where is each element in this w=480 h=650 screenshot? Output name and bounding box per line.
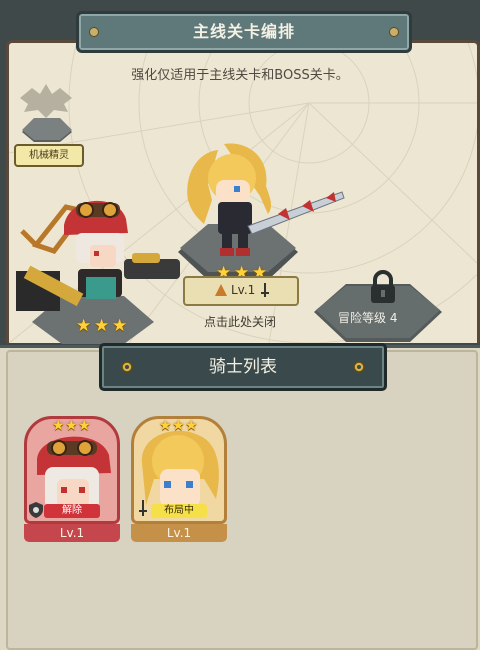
element-icon bbox=[215, 284, 227, 296]
knight-card-level: Lv.1 bbox=[24, 524, 120, 542]
spirit-slot[interactable] bbox=[14, 80, 78, 146]
gear-icon bbox=[121, 361, 133, 373]
knight-card-stars: ★ ★ ★ bbox=[159, 419, 198, 433]
placed-knight-level-plate: Lv.1 bbox=[183, 276, 299, 306]
placed-knight-sprite[interactable] bbox=[178, 140, 348, 260]
star-icon: ★ bbox=[112, 316, 128, 336]
gear-icon bbox=[353, 361, 365, 373]
star-icon: ★ bbox=[185, 418, 198, 434]
knight-card-stars: ★ ★ ★ bbox=[52, 419, 91, 433]
knight-list-title: 骑士列表 bbox=[209, 357, 277, 377]
lock-icon bbox=[371, 270, 395, 303]
star-icon: ★ bbox=[78, 418, 91, 434]
star-icon: ★ bbox=[94, 316, 110, 336]
placed-knight-level: Lv.1 bbox=[231, 283, 256, 297]
adventure-level-requirement: 冒险等级 4 bbox=[338, 311, 398, 325]
header-plate: 主线关卡编排 bbox=[76, 11, 412, 53]
sword-icon bbox=[261, 283, 269, 297]
front-knight-sprite[interactable] bbox=[14, 185, 186, 325]
shield-icon bbox=[29, 502, 43, 518]
knight-card[interactable]: ★ ★ ★ 布局中 Lv.1 bbox=[131, 416, 227, 542]
star-icon: ★ bbox=[65, 418, 78, 434]
spirit-slot-label: 机械精灵 bbox=[14, 144, 84, 167]
star-icon: ★ bbox=[159, 418, 172, 434]
knight-card-status: 布局中 bbox=[151, 504, 207, 518]
mech-spirit-silhouette-icon bbox=[20, 84, 72, 118]
star-icon: ★ bbox=[76, 316, 92, 336]
sword-icon bbox=[139, 500, 147, 516]
star-icon: ★ bbox=[172, 418, 185, 434]
close-hint[interactable]: 点击此处关闭 bbox=[178, 313, 302, 330]
bolt-icon bbox=[89, 27, 99, 37]
bolt-icon bbox=[389, 27, 399, 37]
star-icon: ★ bbox=[52, 418, 65, 434]
page-title: 主线关卡编排 bbox=[192, 22, 295, 41]
knight-list-header: 骑士列表 bbox=[99, 343, 387, 391]
front-knight-stars: ★ ★ ★ bbox=[76, 318, 129, 335]
knight-card-level: Lv.1 bbox=[131, 524, 227, 542]
knight-card-status: 解除 bbox=[44, 504, 100, 518]
knight-card[interactable]: ★ ★ ★ 解除 Lv.1 bbox=[24, 416, 120, 542]
